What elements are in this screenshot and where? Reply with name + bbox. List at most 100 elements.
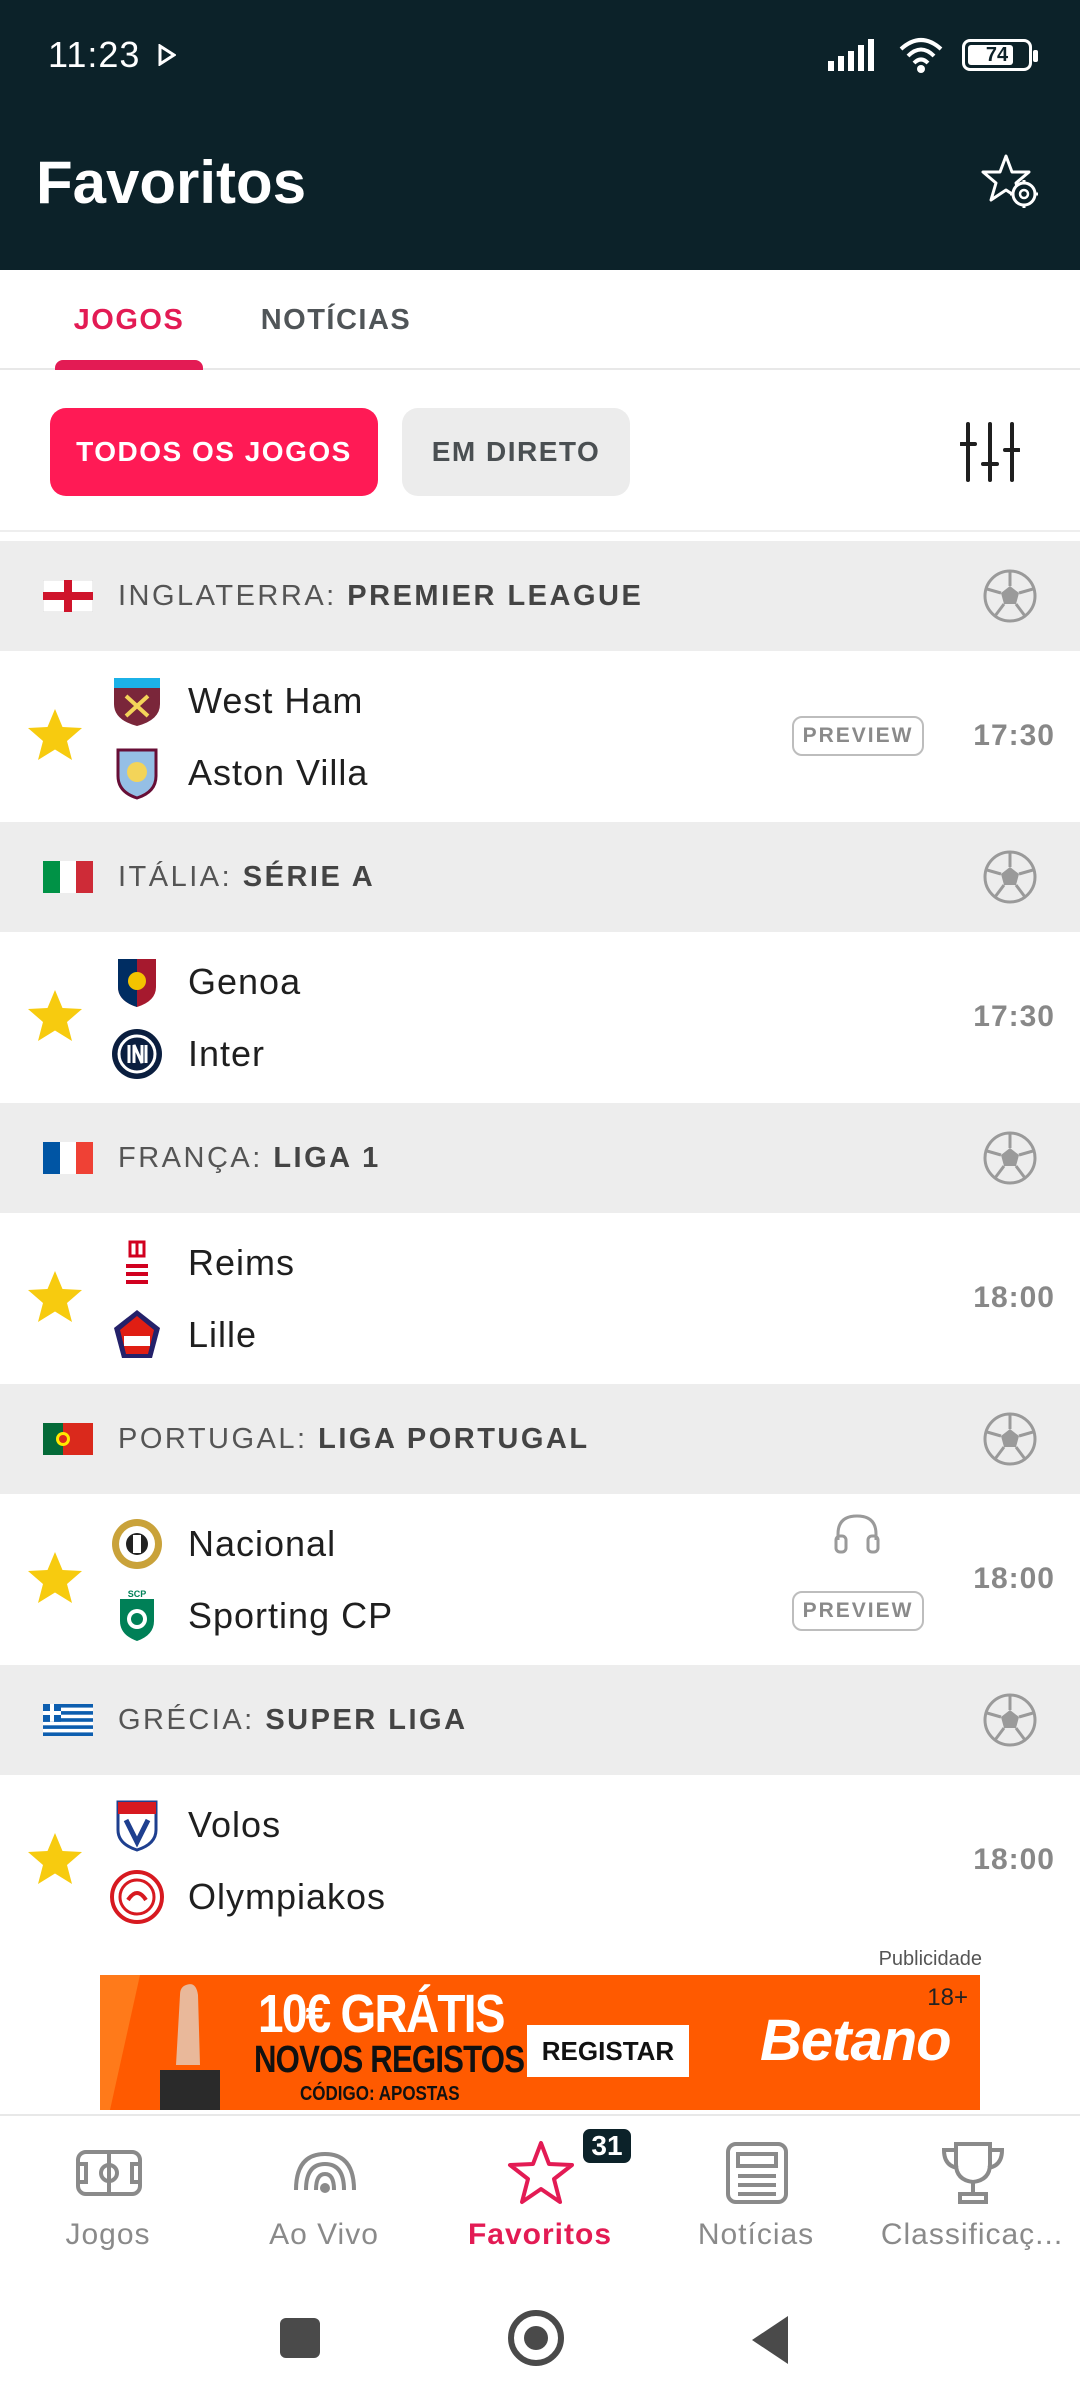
home-team: Volos bbox=[110, 1795, 281, 1855]
nav-noticias[interactable]: Notícias bbox=[648, 2116, 864, 2288]
home-icon[interactable] bbox=[508, 2310, 564, 2366]
ad-age-restriction: 18+ bbox=[927, 1984, 968, 2011]
ad-code: CÓDIGO: APOSTAS bbox=[300, 2083, 460, 2105]
league-name: LIGA PORTUGAL bbox=[318, 1422, 590, 1455]
tab-noticias[interactable]: NOTÍCIAS bbox=[250, 270, 422, 370]
nav-classificacao[interactable]: Classificaç... bbox=[864, 2116, 1080, 2288]
team-name: Genoa bbox=[188, 961, 302, 1002]
field-icon bbox=[76, 2150, 142, 2196]
match-time: 17:30 bbox=[973, 719, 1055, 752]
preview-button[interactable]: PREVIEW bbox=[792, 716, 924, 756]
league-header[interactable]: ITÁLIA: SÉRIE A bbox=[0, 822, 1080, 932]
preview-button[interactable]: PREVIEW bbox=[792, 1591, 924, 1631]
ad-subline: NOVOS REGISTOS bbox=[254, 2039, 525, 2081]
filter-bar: TODOS OS JOGOS EM DIRETO bbox=[0, 372, 1080, 532]
back-icon[interactable] bbox=[752, 2316, 788, 2364]
match-time: 18:00 bbox=[973, 1281, 1055, 1314]
battery-icon: 74 bbox=[962, 39, 1038, 71]
league-country: FRANÇA: bbox=[118, 1141, 274, 1174]
greece-flag-icon bbox=[43, 1704, 93, 1736]
france-flag-icon bbox=[43, 1142, 93, 1174]
team-name: Reims bbox=[188, 1242, 296, 1283]
active-tab-indicator bbox=[55, 360, 203, 370]
match-row[interactable]: Nacional SCP Sporting CP PREVIEW 18:00 bbox=[0, 1494, 1080, 1664]
bottom-navigation: Jogos Ao Vivo Favoritos 31 Notícias Clas… bbox=[0, 2114, 1080, 2286]
league-header[interactable]: GRÉCIA: SUPER LIGA bbox=[0, 1665, 1080, 1775]
favorite-star-icon[interactable] bbox=[26, 1830, 84, 1888]
trophy-icon bbox=[941, 2142, 1005, 2204]
away-team: SCP Sporting CP bbox=[110, 1586, 393, 1646]
team-name: West Ham bbox=[188, 680, 364, 721]
home-team: Reims bbox=[110, 1233, 295, 1293]
league-header[interactable]: PORTUGAL: LIGA PORTUGAL bbox=[0, 1384, 1080, 1494]
soccer-ball-icon bbox=[983, 1693, 1037, 1747]
match-row[interactable]: Genoa Inter 17:30 bbox=[0, 932, 1080, 1102]
west-ham-logo-icon bbox=[114, 678, 160, 726]
home-team: Genoa bbox=[110, 952, 301, 1012]
match-time: 18:00 bbox=[973, 1562, 1055, 1595]
live-signal-icon bbox=[294, 2151, 356, 2193]
league-name: SÉRIE A bbox=[242, 860, 376, 893]
lille-logo-icon bbox=[114, 1310, 160, 1358]
match-row[interactable]: West Ham Aston Villa PREVIEW 17:30 bbox=[0, 651, 1080, 821]
signal-icon bbox=[828, 39, 874, 71]
team-name: Lille bbox=[188, 1314, 258, 1355]
home-team: Nacional bbox=[110, 1514, 336, 1574]
status-time: 11:23 bbox=[48, 34, 141, 75]
favorite-star-icon[interactable] bbox=[26, 706, 84, 764]
system-navigation-bar bbox=[0, 2286, 1080, 2400]
ad-register-button[interactable]: REGISTAR bbox=[527, 2025, 689, 2077]
favorite-star-icon[interactable] bbox=[26, 1549, 84, 1607]
portugal-flag-icon bbox=[43, 1423, 93, 1455]
match-row[interactable]: Volos Olympiakos 18:00 bbox=[0, 1775, 1080, 1945]
reims-logo-icon bbox=[126, 1240, 148, 1284]
nav-label: Jogos bbox=[65, 2218, 151, 2251]
all-games-filter-button[interactable]: TODOS OS JOGOS bbox=[50, 408, 378, 496]
ad-headline: 10€ GRÁTIS bbox=[258, 1984, 505, 2044]
favorite-star-icon[interactable] bbox=[26, 1268, 84, 1326]
league-header[interactable]: INGLATERRA: PREMIER LEAGUE bbox=[0, 541, 1080, 651]
league-name: LIGA 1 bbox=[273, 1141, 381, 1174]
svg-text:SCP: SCP bbox=[128, 1589, 147, 1599]
home-team: West Ham bbox=[110, 671, 363, 731]
match-row[interactable]: Reims Lille 18:00 bbox=[0, 1213, 1080, 1383]
headphones-icon[interactable] bbox=[832, 1510, 882, 1556]
nav-ao-vivo[interactable]: Ao Vivo bbox=[216, 2116, 432, 2288]
team-name: Volos bbox=[188, 1804, 282, 1845]
inter-logo-icon bbox=[112, 1029, 162, 1079]
genoa-logo-icon bbox=[118, 959, 156, 1007]
soccer-ball-icon bbox=[983, 1131, 1037, 1185]
league-header[interactable]: FRANÇA: LIGA 1 bbox=[0, 1103, 1080, 1213]
nav-label: Favoritos bbox=[467, 2218, 613, 2251]
content-tabs: JOGOS NOTÍCIAS bbox=[0, 270, 1080, 370]
away-team: Lille bbox=[110, 1305, 257, 1365]
wifi-icon bbox=[899, 38, 943, 73]
team-name: Olympiakos bbox=[188, 1876, 387, 1917]
team-name: Nacional bbox=[188, 1523, 337, 1564]
recent-apps-icon[interactable] bbox=[280, 2318, 320, 2358]
league-name: PREMIER LEAGUE bbox=[347, 579, 644, 612]
tab-jogos[interactable]: JOGOS bbox=[55, 270, 203, 370]
italy-flag-icon bbox=[43, 861, 93, 893]
filter-sliders-icon[interactable] bbox=[960, 420, 1020, 484]
favorites-settings-icon[interactable] bbox=[978, 150, 1042, 214]
nav-label: Classificaç... bbox=[880, 2218, 1064, 2251]
league-country: ITÁLIA: bbox=[118, 860, 243, 893]
nav-label: Ao Vivo bbox=[269, 2218, 379, 2251]
team-name: Inter bbox=[188, 1033, 266, 1074]
nav-label: Notícias bbox=[697, 2218, 815, 2251]
aston-villa-logo-icon bbox=[116, 748, 158, 800]
favorites-count-badge: 31 bbox=[580, 2126, 634, 2166]
match-time: 17:30 bbox=[973, 1000, 1055, 1033]
nacional-logo-icon bbox=[112, 1519, 162, 1569]
live-filter-button[interactable]: EM DIRETO bbox=[402, 408, 630, 496]
team-name: Sporting CP bbox=[188, 1595, 394, 1636]
app-header: 11:23 74 Favoritos bbox=[0, 0, 1080, 270]
ad-label: Publicidade bbox=[878, 1948, 982, 1970]
nav-jogos[interactable]: Jogos bbox=[0, 2116, 216, 2288]
favorite-star-icon[interactable] bbox=[26, 987, 84, 1045]
league-country: PORTUGAL: bbox=[118, 1422, 319, 1455]
away-team: Aston Villa bbox=[110, 743, 368, 803]
sporting-logo-icon: SCP bbox=[120, 1589, 154, 1641]
ad-banner[interactable]: 10€ GRÁTIS NOVOS REGISTOS CÓDIGO: APOSTA… bbox=[100, 1975, 980, 2110]
